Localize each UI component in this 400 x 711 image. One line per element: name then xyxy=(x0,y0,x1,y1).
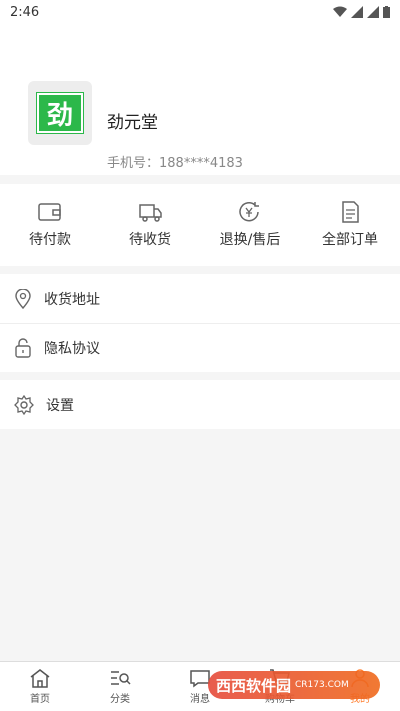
location-pin-icon xyxy=(15,288,31,309)
order-all[interactable]: 全部订单 xyxy=(300,184,400,266)
order-shortcuts: 待付款 待收货 退换/售后 全部订单 xyxy=(0,184,400,266)
wifi-icon xyxy=(333,6,347,17)
gear-icon xyxy=(14,394,34,415)
order-refund[interactable]: 退换/售后 xyxy=(200,184,300,266)
home-icon xyxy=(30,669,50,688)
menu-item-label: 隐私协议 xyxy=(44,341,100,357)
battery-icon xyxy=(383,6,390,18)
signal-icon xyxy=(351,6,363,18)
menu-item-settings[interactable]: 设置 xyxy=(0,380,400,429)
watermark-subtext: CR173.COM xyxy=(295,680,349,690)
status-icons xyxy=(333,6,390,18)
tab-label: 首页 xyxy=(30,694,50,705)
lock-icon xyxy=(15,338,31,358)
order-label: 待付款 xyxy=(29,232,71,248)
menu-group-main: 收货地址 隐私协议 xyxy=(0,274,400,372)
menu-item-address[interactable]: 收货地址 xyxy=(0,274,400,323)
truck-icon xyxy=(139,204,162,222)
tab-label: 分类 xyxy=(110,694,130,705)
signal-icon xyxy=(367,6,379,18)
avatar[interactable]: 劲 xyxy=(28,81,92,145)
profile-name: 劲元堂 xyxy=(107,113,158,133)
order-label: 退换/售后 xyxy=(219,232,281,248)
tab-category[interactable]: 分类 xyxy=(80,662,160,711)
wallet-icon xyxy=(38,203,61,221)
menu-group-settings: 设置 xyxy=(0,380,400,429)
status-time: 2:46 xyxy=(10,4,40,20)
brand-logo: 劲 xyxy=(36,92,84,134)
order-label: 全部订单 xyxy=(322,232,378,248)
watermark-text: 西西软件园 xyxy=(216,676,292,695)
order-pending-receipt[interactable]: 待收货 xyxy=(100,184,200,266)
order-label: 待收货 xyxy=(129,232,171,248)
category-icon xyxy=(111,671,131,685)
status-bar: 2:46 xyxy=(0,0,400,24)
watermark-logo: 西西软件园 CR173.COM xyxy=(208,671,380,699)
menu-item-label: 设置 xyxy=(46,397,74,414)
tab-label: 消息 xyxy=(190,694,210,705)
menu-item-label: 收货地址 xyxy=(44,291,100,308)
profile-header[interactable]: 劲 劲元堂 手机号：188****4183 xyxy=(0,24,400,175)
order-pending-payment[interactable]: 待付款 xyxy=(0,184,100,266)
menu-item-privacy[interactable]: 隐私协议 xyxy=(0,323,400,372)
order-list-icon xyxy=(342,201,359,223)
refund-icon xyxy=(239,201,259,222)
profile-phone: 手机号：188****4183 xyxy=(107,156,243,171)
tab-home[interactable]: 首页 xyxy=(0,662,80,711)
